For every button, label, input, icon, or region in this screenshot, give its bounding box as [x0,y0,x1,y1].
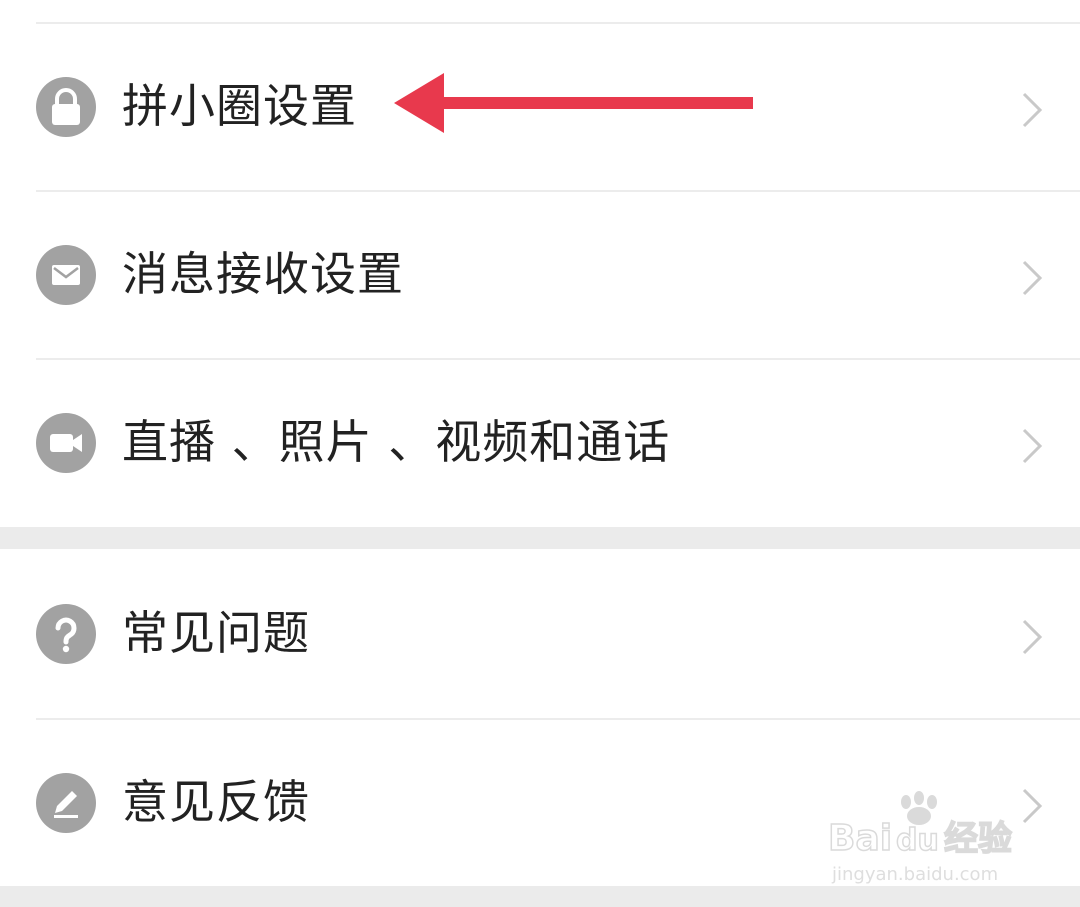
settings-item-faq[interactable]: 常见问题 [0,551,1080,717]
baidu-jingyan-watermark: Bai du 经验 jingyan.baidu.com [827,791,1013,885]
chevron-right-icon [1022,619,1043,655]
chevron-right-icon [1022,428,1043,464]
chevron-right-icon [1022,260,1043,296]
section-separator [0,886,1080,907]
watermark-brand: Bai [828,818,892,859]
settings-item-live-photo-video-call[interactable]: 直播 、照片 、视频和通话 [0,360,1080,526]
settings-page: 拼小圈设置 消息接收设置 直播 、照片 、视频和通话 常见问题 意见反馈 Bai… [0,0,1080,907]
settings-item-label: 拼小圈设置 [122,79,357,133]
section-separator [0,527,1080,549]
pencil-icon [36,773,96,833]
annotation-arrow-icon [394,73,753,133]
watermark-product: 经验 [944,819,1012,859]
settings-item-label: 常见问题 [122,606,310,660]
settings-item-message-receive[interactable]: 消息接收设置 [0,192,1080,358]
lock-icon [36,77,96,137]
settings-item-label: 消息接收设置 [122,247,404,301]
chevron-right-icon [1022,92,1043,128]
settings-item-label: 直播 、照片 、视频和通话 [122,415,671,469]
watermark-url: jingyan.baidu.com [831,864,998,885]
question-icon [36,604,96,664]
video-camera-icon [36,413,96,473]
watermark-brand-suffix: du [896,823,939,858]
settings-item-label: 意见反馈 [122,775,310,829]
envelope-icon [36,245,96,305]
